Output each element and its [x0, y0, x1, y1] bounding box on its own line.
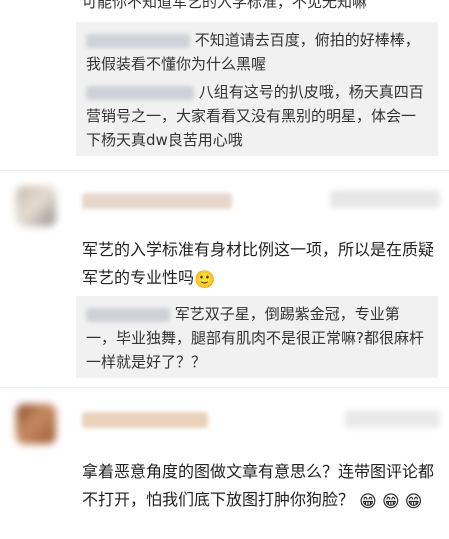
- timestamp-blurred: [330, 190, 440, 208]
- truncated-comment-text: 可能你不知道军艺的入学标准，不见无知嘛: [82, 0, 368, 9]
- username-blurred[interactable]: [82, 409, 208, 429]
- reply-item: 不知道请去百度，俯拍的好棒棒，我假装看不懂你为什么黑喔: [86, 28, 428, 76]
- avatar[interactable]: [16, 404, 56, 444]
- blurred-username[interactable]: [86, 33, 190, 48]
- timestamp-blurred: [345, 410, 440, 428]
- reply-box: 军艺双子星，倒踢紫金冠，专业第一，毕业独舞，腿部有肌肉不是很正常嘛?都很麻杆一样…: [76, 296, 438, 378]
- grin-emoji-icon: 😁: [359, 492, 377, 512]
- comment-divider: [0, 170, 449, 171]
- smile-emoji-icon: 🙂: [194, 270, 216, 290]
- comment-divider: [0, 387, 449, 388]
- grin-emoji-icon: 😁: [381, 492, 400, 512]
- blurred-username[interactable]: [86, 307, 170, 322]
- username-blurred[interactable]: [82, 190, 232, 210]
- grin-emoji-icon: 😁: [404, 492, 423, 512]
- reply-item: 军艺双子星，倒踢紫金冠，专业第一，毕业独舞，腿部有肌肉不是很正常嘛?都很麻杆一样…: [86, 302, 428, 374]
- comment-text: 拿着恶意角度的图做文章有意思么？连带图评论都不打开，怕我们底下放图打肿你狗脸？ …: [82, 462, 435, 512]
- reply-box: 不知道请去百度，俯拍的好棒棒，我假装看不懂你为什么黑喔 八组有这号的扒皮哦，杨天…: [76, 22, 438, 156]
- reply-item: 八组有这号的扒皮哦，杨天真四百营销号之一，大家看看又没有黑别的明星，体会一下杨天…: [86, 80, 428, 152]
- comment-text: 军艺的入学标准有身材比例这一项，所以是在质疑军艺的专业性吗🙂: [82, 240, 435, 290]
- blurred-username[interactable]: [86, 85, 194, 100]
- avatar[interactable]: [16, 186, 56, 226]
